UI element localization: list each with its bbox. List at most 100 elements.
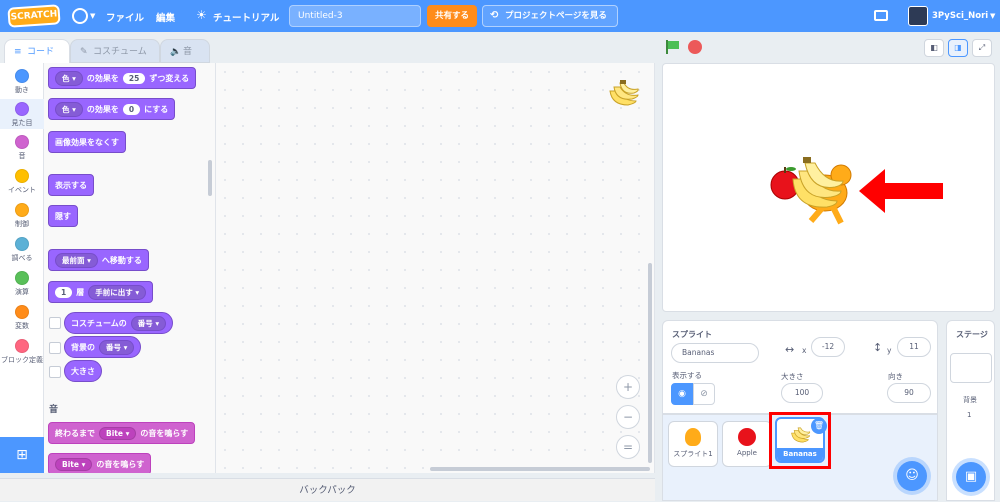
number-input[interactable]: 1 — [55, 286, 73, 298]
set-effect-block[interactable]: 色 ▾ の効果を 0 にする — [48, 98, 176, 120]
backdrop-number-reporter[interactable]: 背景の 番号 ▾ — [64, 336, 142, 358]
sprite-thumb-sprite1[interactable]: スプライト1 — [668, 421, 718, 467]
category-dot — [15, 339, 29, 353]
fullscreen-icon: ⤢ — [978, 43, 986, 52]
reporter-checkbox[interactable] — [49, 366, 61, 378]
backdrop-label: 背景 — [963, 396, 977, 404]
sprite-thumb-apple[interactable]: Apple — [722, 421, 772, 467]
backdrop-thumbnail[interactable] — [950, 353, 992, 383]
x-input[interactable]: -12 — [811, 337, 845, 357]
direction-input[interactable]: 90 — [887, 383, 931, 403]
stage-canvas[interactable] — [662, 63, 995, 312]
sprite-name-input[interactable]: Bananas — [671, 343, 759, 363]
globe-icon[interactable] — [72, 8, 88, 24]
category-control[interactable]: 制御 — [0, 203, 44, 229]
zoom-in-button[interactable]: + — [616, 375, 640, 399]
large-stage-icon: ◨ — [954, 43, 962, 52]
project-title-input[interactable]: Untitled-3 — [289, 5, 421, 27]
share-button[interactable]: 共有する — [427, 5, 477, 27]
show-sprite-button[interactable]: ◉ — [671, 383, 693, 405]
category-variables[interactable]: 変数 — [0, 305, 44, 331]
tutorial-menu[interactable]: チュートリアル — [213, 10, 279, 24]
zoom-out-button[interactable]: − — [616, 405, 640, 429]
costume-number-reporter[interactable]: コスチュームの 番号 ▾ — [64, 312, 174, 334]
eye-off-icon: ⊘ — [700, 389, 708, 399]
category-sound[interactable]: 音 — [0, 135, 44, 161]
eye-icon: ◉ — [678, 389, 686, 399]
block-text: へ移動する — [101, 255, 142, 265]
file-menu[interactable]: ファイル — [106, 10, 144, 24]
sprite-label: スプライト — [672, 330, 712, 339]
sound-dropdown[interactable]: Bite ▾ — [55, 457, 93, 471]
y-input[interactable]: 11 — [897, 337, 931, 357]
size-reporter[interactable]: 大きさ — [64, 360, 102, 382]
add-extension-button[interactable]: ⊞ — [0, 437, 44, 473]
start-sound-block[interactable]: Bite ▾ の音を鳴らす — [48, 453, 152, 473]
go-layers-block[interactable]: 1 層 手前に出す ▾ — [48, 281, 154, 303]
delete-sprite-button[interactable]: 🗑 — [811, 418, 827, 434]
hide-sprite-button[interactable]: ⊘ — [693, 383, 715, 405]
category-operators[interactable]: 演算 — [0, 271, 44, 297]
folder-icon[interactable] — [874, 10, 888, 21]
red-arrow-annotation — [859, 169, 943, 213]
edit-menu[interactable]: 編集 — [156, 10, 175, 24]
category-sensing[interactable]: 調べる — [0, 237, 44, 263]
hide-block[interactable]: 隠す — [48, 205, 78, 227]
layer-dropdown[interactable]: 最前面 ▾ — [55, 252, 98, 268]
show-block[interactable]: 表示する — [48, 174, 94, 196]
code-area[interactable]: + − = — [216, 63, 655, 473]
code-area-scrollbar-v[interactable] — [648, 263, 652, 463]
tab-sound[interactable]: 🔈 音 — [160, 39, 210, 63]
username[interactable]: 3PySci_Nori — [932, 11, 988, 21]
green-flag-icon[interactable] — [665, 40, 679, 54]
reporter-checkbox[interactable] — [49, 317, 61, 329]
x-arrows-icon: ↔ — [785, 343, 795, 356]
effect-dropdown[interactable]: 色 ▾ — [55, 70, 83, 86]
avatar[interactable] — [908, 6, 928, 26]
y-arrows-icon: ↕ — [873, 341, 883, 354]
block-text: コスチュームの — [71, 318, 127, 328]
change-effect-block[interactable]: 色 ▾ の効果を 25 ずつ変える — [48, 67, 197, 89]
stop-icon[interactable] — [688, 40, 702, 54]
clear-effects-block[interactable]: 画像効果をなくす — [48, 131, 126, 153]
direction-dropdown[interactable]: 手前に出す ▾ — [88, 284, 147, 300]
sound-dropdown[interactable]: Bite ▾ — [99, 426, 137, 440]
number-input[interactable]: 0 — [122, 103, 141, 115]
tab-costume[interactable]: ✎ コスチューム — [70, 39, 160, 63]
lightbulb-icon: ☀ — [196, 8, 207, 22]
number-name-dropdown[interactable]: 番号 ▾ — [130, 315, 167, 331]
backpack[interactable]: バックパック — [0, 478, 655, 501]
fullscreen-button[interactable]: ⤢ — [972, 39, 992, 57]
category-my-blocks[interactable]: ブロック定義 — [0, 339, 44, 365]
play-sound-until-done-block[interactable]: 終わるまで Bite ▾ の音を鳴らす — [48, 422, 196, 444]
add-backdrop-button[interactable]: ▣ — [956, 462, 986, 492]
tab-code-label: コード — [27, 47, 55, 57]
category-motion[interactable]: 動き — [0, 69, 44, 95]
reporter-checkbox[interactable] — [49, 342, 61, 354]
scratch-logo[interactable]: SCRATCH — [7, 4, 61, 28]
code-area-scrollbar-h[interactable] — [430, 467, 650, 471]
block-text: 背景の — [71, 342, 95, 352]
number-name-dropdown[interactable]: 番号 ▾ — [99, 339, 135, 355]
block-text: の音を鳴らす — [96, 459, 145, 469]
add-sprite-button[interactable]: ☺ — [897, 461, 927, 491]
sprite-list: スプライト1 Apple Bananas 🗑 ☺ — [662, 412, 938, 501]
small-stage-icon: ◧ — [930, 43, 938, 52]
x-label: x — [802, 346, 807, 355]
size-input[interactable]: 100 — [781, 383, 823, 403]
effect-dropdown[interactable]: 色 ▾ — [55, 101, 83, 117]
tab-code[interactable]: ≡ コード — [4, 39, 70, 63]
small-stage-button[interactable]: ◧ — [924, 39, 944, 57]
number-input[interactable]: 25 — [122, 72, 146, 84]
go-to-layer-block[interactable]: 最前面 ▾ へ移動する — [48, 249, 149, 271]
category-label: 動き — [15, 86, 29, 94]
palette-scrollbar[interactable] — [208, 160, 212, 196]
category-events[interactable]: イベント — [0, 169, 44, 195]
stage-selector[interactable]: ステージ 背景 1 ▣ — [946, 320, 995, 501]
zoom-reset-button[interactable]: = — [616, 435, 640, 459]
category-dot — [15, 135, 29, 149]
category-looks[interactable]: 見た目 — [0, 99, 44, 129]
apple-icon — [738, 428, 756, 446]
project-page-button[interactable]: ⟲ プロジェクトページを見る — [482, 5, 618, 27]
large-stage-button[interactable]: ◨ — [948, 39, 968, 57]
